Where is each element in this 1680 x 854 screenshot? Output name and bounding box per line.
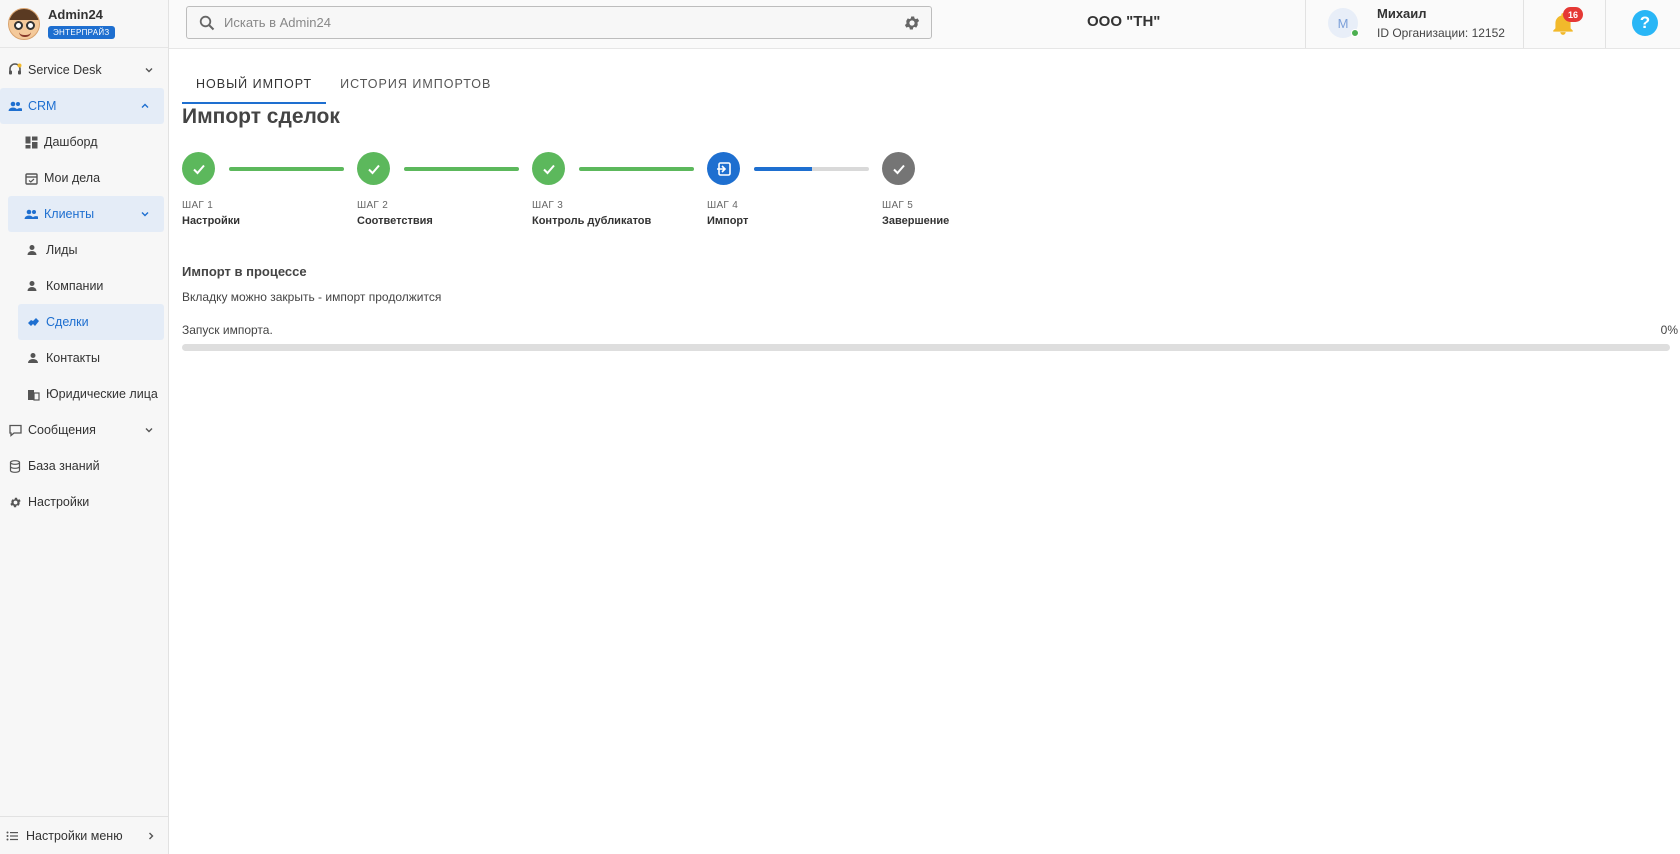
list-icon: [6, 830, 20, 842]
help-icon[interactable]: ?: [1632, 10, 1658, 36]
people-icon: [8, 99, 22, 113]
step-1-done-icon: [182, 152, 215, 185]
sidebar-item-label: Клиенты: [44, 207, 95, 221]
sidebar-item-label: Сделки: [46, 315, 89, 329]
sidebar-item-label: База знаний: [28, 459, 100, 473]
sidebar-item-clients[interactable]: Клиенты: [8, 196, 164, 232]
sidebar-item-deals[interactable]: Сделки: [18, 304, 164, 340]
import-status-title: Импорт в процессе: [182, 264, 307, 279]
sidebar-item-service-desk[interactable]: Service Desk: [0, 52, 168, 88]
search-icon: [199, 15, 215, 31]
sidebar-item-leads[interactable]: Лиды: [18, 232, 164, 268]
sidebar: Admin24 ЭНТЕРПРАЙЗ Service Desk CRM Дашб…: [0, 0, 169, 854]
sidebar-item-contacts[interactable]: Контакты: [18, 340, 164, 376]
handshake-icon: [26, 315, 40, 329]
main-content: Новый импорт История импортов Импорт сде…: [169, 49, 1680, 854]
person-icon: [26, 243, 40, 257]
chevron-up-icon: [138, 99, 152, 113]
sidebar-item-label: Контакты: [46, 351, 100, 365]
step-label: Соответствия: [357, 215, 433, 227]
step-2-done-icon: [357, 152, 390, 185]
step-connector: [229, 167, 344, 171]
sidebar-item-label: Сообщения: [28, 423, 96, 437]
chevron-right-icon: [146, 831, 156, 841]
search-settings-icon[interactable]: [903, 14, 921, 32]
step-label: Настройки: [182, 215, 241, 227]
search-input[interactable]: [224, 15, 874, 30]
step-number: ШАГ 5: [882, 200, 914, 211]
dashboard-icon: [24, 135, 38, 149]
import-progress-bar: [182, 344, 1670, 351]
divider: [1605, 0, 1606, 48]
import-tabs: Новый импорт История импортов: [182, 66, 505, 104]
sidebar-item-knowledge-base[interactable]: База знаний: [0, 448, 168, 484]
sidebar-item-settings[interactable]: Настройки: [0, 484, 168, 520]
brand-logo: [8, 7, 40, 40]
import-status-note: Вкладку можно закрыть - импорт продолжит…: [182, 290, 442, 304]
chevron-down-icon: [142, 63, 156, 77]
step-connector: [404, 167, 519, 171]
sidebar-item-label: Service Desk: [28, 63, 102, 77]
page-title: Импорт сделок: [182, 105, 340, 128]
step-label: Контроль дубликатов: [532, 215, 652, 227]
sidebar-nav: Service Desk CRM Дашборд Мои дела Клиент…: [0, 48, 168, 520]
brand-name: Admin24: [48, 7, 103, 22]
divider: [1305, 0, 1306, 48]
sidebar-item-label: Лиды: [46, 243, 78, 257]
menu-settings-label: Настройки меню: [26, 828, 123, 843]
notification-count-badge: 16: [1563, 7, 1583, 22]
step-5-pending-icon: [882, 152, 915, 185]
building-icon: [26, 387, 40, 401]
progress-percent: 0%: [1660, 323, 1678, 337]
sidebar-item-label: Дашборд: [44, 135, 98, 149]
sidebar-item-label: Мои дела: [44, 171, 101, 185]
chat-icon: [8, 423, 22, 437]
step-number: ШАГ 3: [532, 200, 564, 211]
step-connector-progress: [754, 167, 869, 171]
headset-icon: [8, 63, 22, 77]
sidebar-item-label: Настройки: [28, 495, 90, 509]
step-connector-fill: [754, 167, 812, 171]
person-icon: [26, 351, 40, 365]
database-icon: [8, 459, 22, 473]
person-icon: [26, 279, 40, 293]
chevron-down-icon: [138, 207, 152, 221]
sidebar-item-legal-entities[interactable]: Юридические лица: [18, 376, 164, 412]
plan-badge: ЭНТЕРПРАЙЗ: [48, 26, 115, 39]
sidebar-item-label: Компании: [46, 279, 104, 293]
search-box[interactable]: [186, 6, 932, 39]
step-number: ШАГ 2: [357, 200, 389, 211]
step-4-import-icon: [707, 152, 740, 185]
sidebar-item-label: CRM: [28, 99, 57, 113]
sidebar-item-companies[interactable]: Компании: [18, 268, 164, 304]
chevron-down-icon: [142, 423, 156, 437]
online-status-dot: [1351, 29, 1359, 37]
brand[interactable]: Admin24 ЭНТЕРПРАЙЗ: [0, 0, 168, 48]
step-connector: [579, 167, 694, 171]
sidebar-item-dashboard[interactable]: Дашборд: [8, 124, 164, 160]
topbar: ООО "ТН" М Михаил ID Организации: 12152 …: [169, 0, 1680, 49]
calendar-icon: [24, 171, 38, 185]
divider: [1523, 0, 1524, 48]
tab-new-import[interactable]: Новый импорт: [182, 66, 327, 104]
organization-id: ID Организации: 12152: [1377, 26, 1505, 40]
sidebar-item-my-tasks[interactable]: Мои дела: [8, 160, 164, 196]
people-icon: [24, 207, 38, 221]
sidebar-item-messages[interactable]: Сообщения: [0, 412, 168, 448]
sidebar-item-label: Юридические лица: [46, 387, 158, 401]
menu-settings-button[interactable]: Настройки меню: [0, 816, 168, 854]
step-number: ШАГ 4: [707, 200, 739, 211]
step-label: Завершение: [882, 215, 950, 227]
import-stepper: ШАГ 1 Настройки ШАГ 2 Соответствия ШАГ 3…: [182, 152, 982, 242]
tab-import-history[interactable]: История импортов: [326, 66, 505, 102]
progress-label: Запуск импорта.: [182, 323, 273, 337]
step-number: ШАГ 1: [182, 200, 214, 211]
sidebar-item-crm[interactable]: CRM: [0, 88, 164, 124]
user-name[interactable]: Михаил: [1377, 6, 1427, 21]
gear-icon: [8, 495, 22, 509]
step-3-done-icon: [532, 152, 565, 185]
organization-name[interactable]: ООО "ТН": [1087, 13, 1160, 30]
step-label: Импорт: [707, 215, 749, 227]
